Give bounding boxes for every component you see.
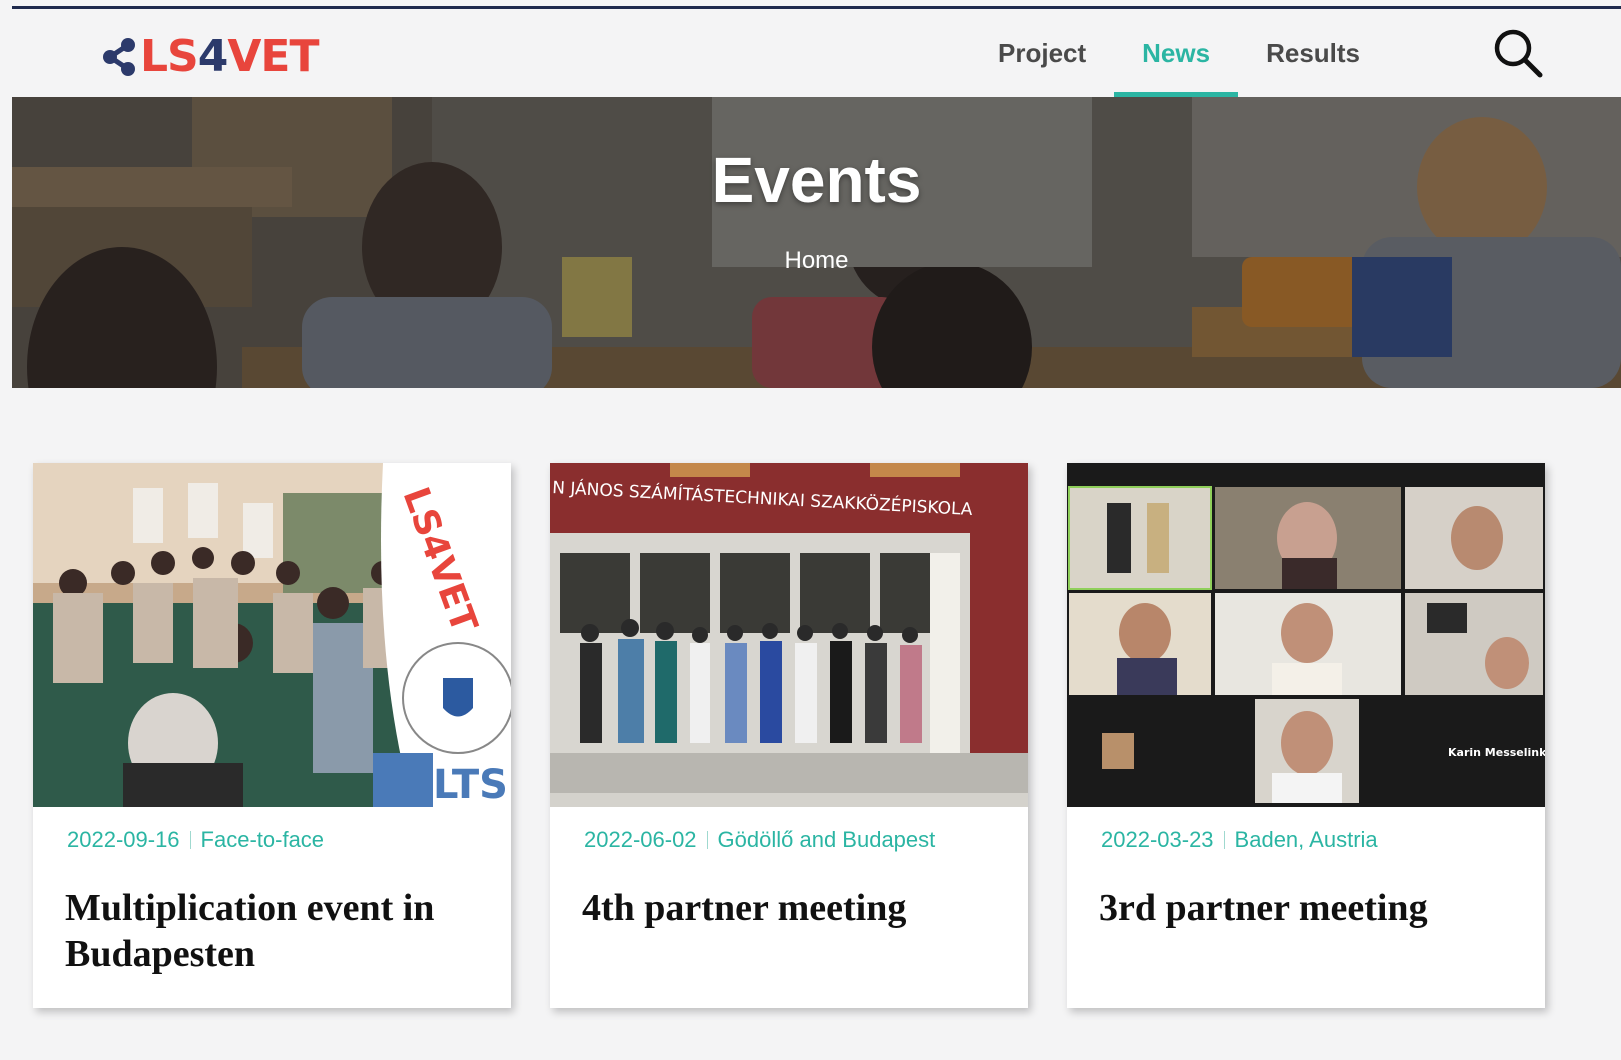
- event-card[interactable]: LS4VET LTS 2022-09-16 Face-to-face Multi…: [33, 463, 511, 1008]
- nav-item-news[interactable]: News: [1114, 9, 1239, 97]
- hero-banner: Events Home: [12, 97, 1621, 388]
- page-title: Events: [711, 144, 922, 216]
- site-logo[interactable]: LS4VET: [100, 29, 319, 85]
- nav-item-project[interactable]: Project: [970, 9, 1114, 97]
- event-card-meta: 2022-03-23 Baden, Austria: [1101, 827, 1378, 853]
- nav-item-results[interactable]: Results: [1238, 9, 1388, 97]
- event-card[interactable]: Karin Messelink 2022-03-23 Baden, Austri…: [1067, 463, 1545, 1008]
- event-card-image: LS4VET LTS: [33, 463, 511, 807]
- event-location: Baden, Austria: [1234, 827, 1378, 852]
- event-card[interactable]: N JÁNOS SZÁMÍTÁSTECHNIKAI SZAKKÖZÉPISKOL…: [550, 463, 1028, 1008]
- search-button[interactable]: [1492, 27, 1544, 79]
- share-icon: [103, 38, 135, 76]
- site-header: LS4VET Project News Results: [12, 9, 1621, 97]
- event-date: 2022-03-23: [1101, 827, 1214, 852]
- event-location: Gödöllő and Budapest: [717, 827, 936, 852]
- event-card-meta: 2022-09-16 Face-to-face: [67, 827, 324, 853]
- logo-wordmark: LS4VET: [140, 31, 319, 82]
- event-card-meta: 2022-06-02 Gödöllő and Budapest: [584, 827, 935, 853]
- svg-text:LTS: LTS: [433, 762, 508, 807]
- event-card-image: Karin Messelink: [1067, 463, 1545, 807]
- event-date: 2022-09-16: [67, 827, 180, 852]
- event-title[interactable]: Multiplication event in Budapesten: [65, 885, 485, 978]
- page: LS4VET Project News Results Events Home …: [12, 6, 1621, 1060]
- event-title[interactable]: 4th partner meeting: [582, 885, 1002, 931]
- event-title[interactable]: 3rd partner meeting: [1099, 885, 1519, 931]
- event-date: 2022-06-02: [584, 827, 697, 852]
- meta-divider: [706, 831, 708, 849]
- main-nav: Project News Results: [970, 9, 1388, 97]
- events-list: LS4VET LTS 2022-09-16 Face-to-face Multi…: [33, 463, 1593, 1013]
- event-location: Face-to-face: [200, 827, 325, 852]
- meta-divider: [189, 831, 191, 849]
- search-icon: [1494, 29, 1543, 78]
- hero-overlay: [12, 97, 1621, 388]
- breadcrumb-home[interactable]: Home: [12, 247, 1621, 275]
- meta-divider: [1223, 831, 1225, 849]
- svg-text:Karin Messelink: Karin Messelink: [1448, 746, 1545, 759]
- event-card-image: N JÁNOS SZÁMÍTÁSTECHNIKAI SZAKKÖZÉPISKOL…: [550, 463, 1028, 807]
